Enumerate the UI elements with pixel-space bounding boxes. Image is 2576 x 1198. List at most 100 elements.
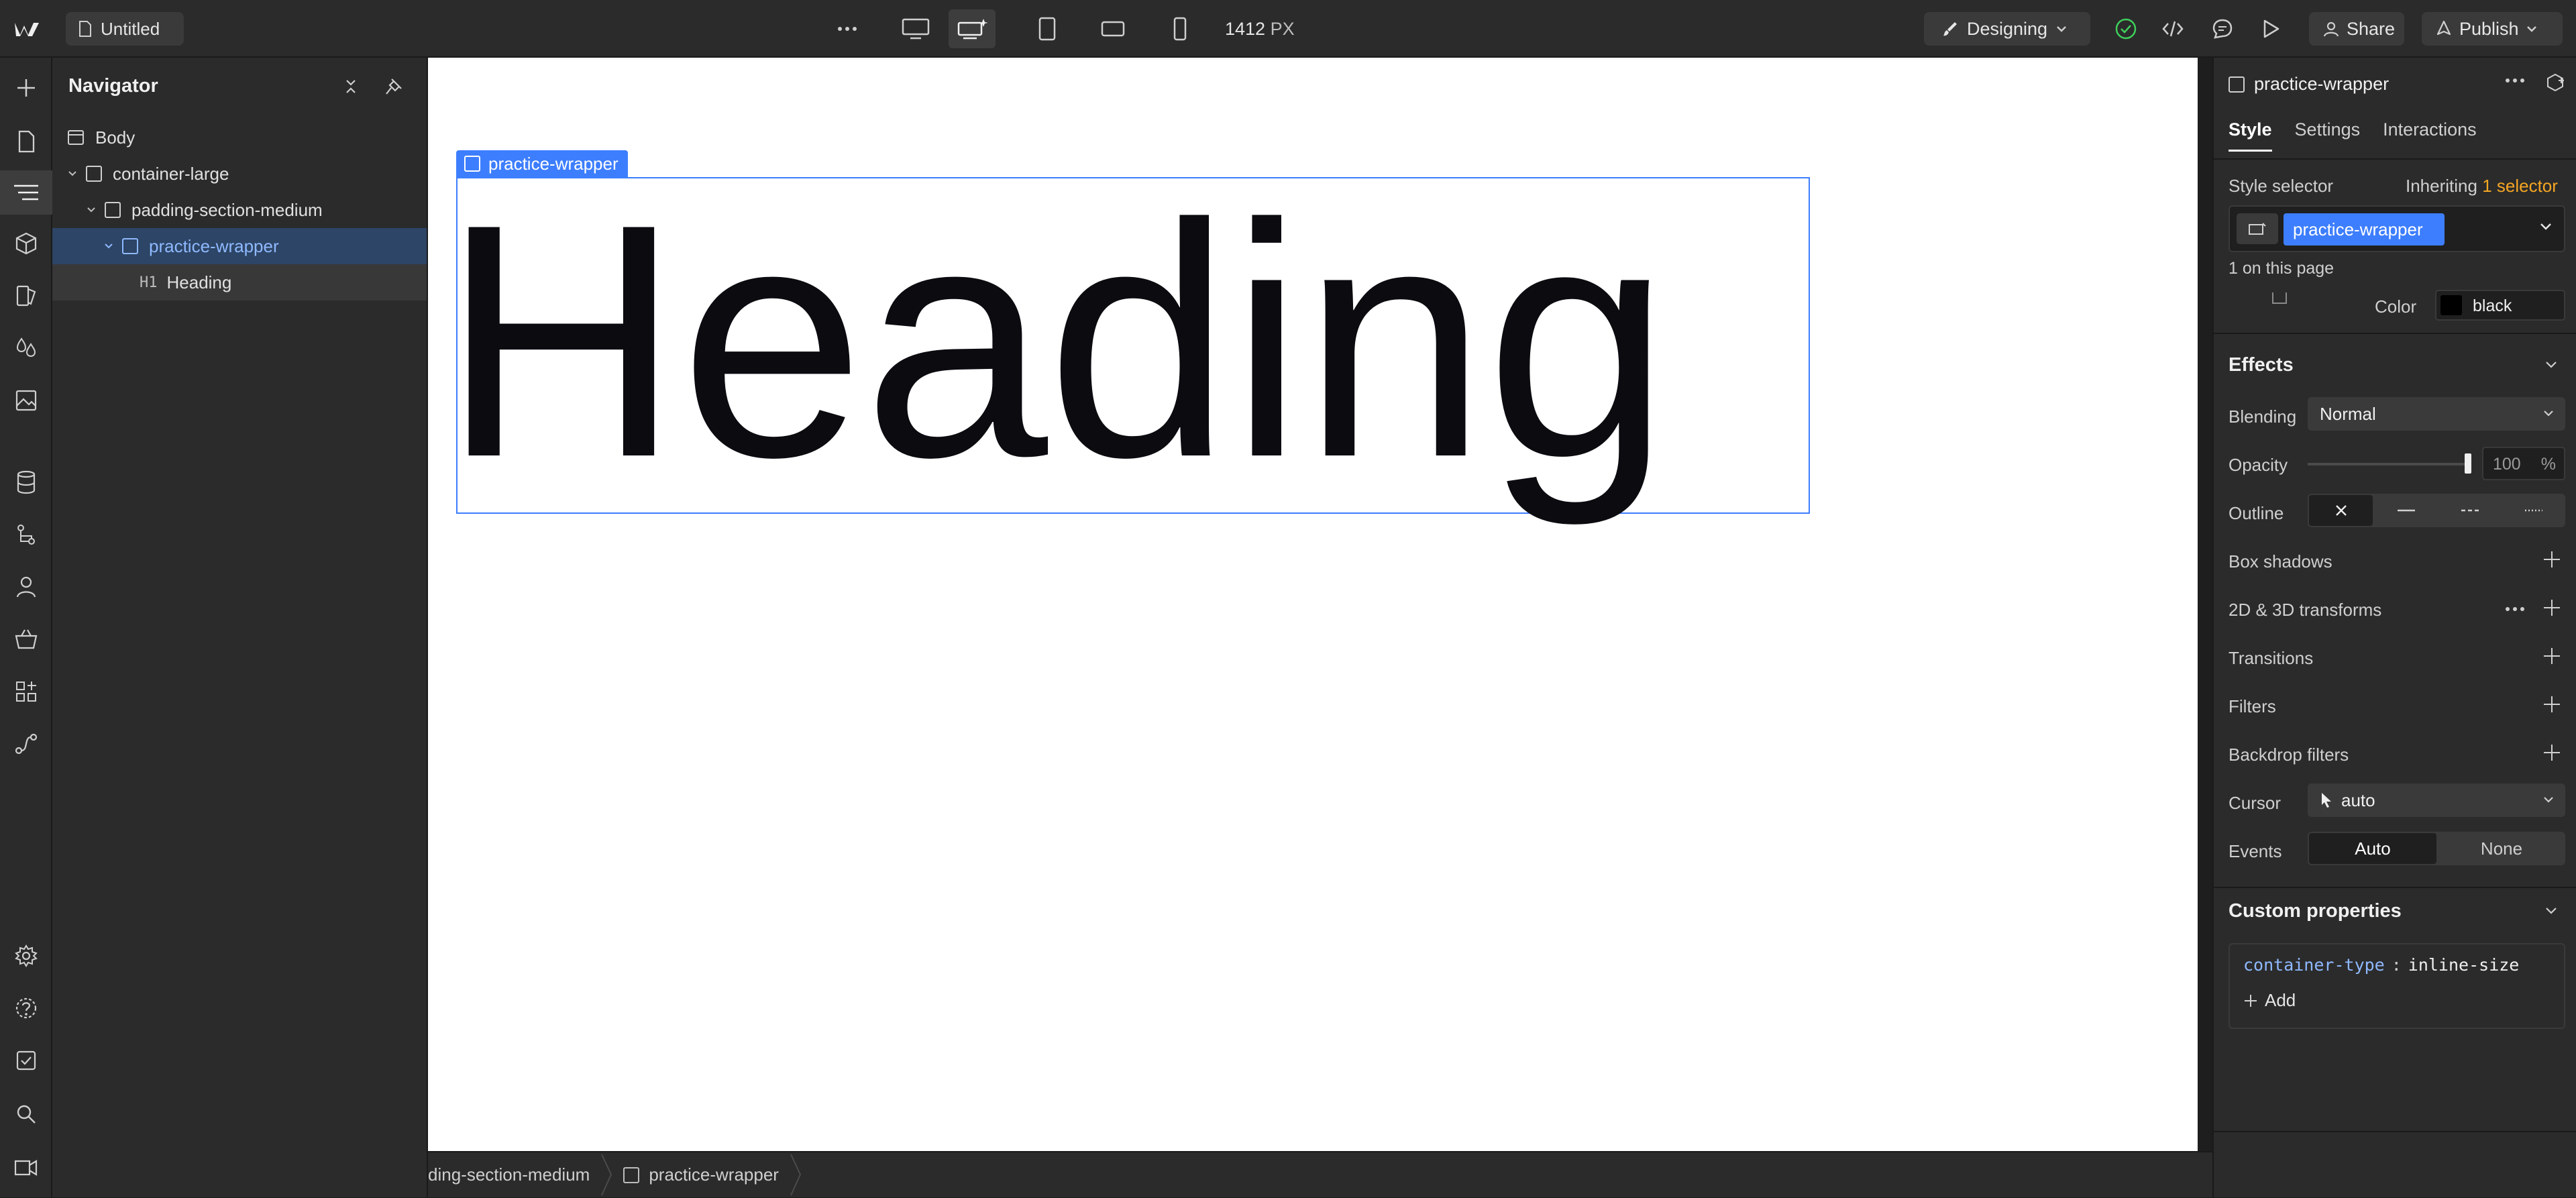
users-icon[interactable] [0,565,52,609]
color-value: black [2473,296,2512,315]
collapse-all-icon[interactable] [341,76,361,97]
desktop-breakpoint-icon[interactable] [892,9,939,48]
nav-item-heading[interactable]: H1 Heading [52,264,427,301]
effects-section-title[interactable]: Effects [2229,354,2294,376]
custom-property-row[interactable]: container-type : inline-size [2243,955,2519,975]
opacity-slider-track[interactable] [2308,463,2469,466]
style-manager-icon[interactable] [0,274,52,318]
brush-icon [1941,20,1959,38]
breadcrumb-separator-icon [601,1154,612,1196]
selected-element-header: practice-wrapper [2229,74,2389,95]
events-none-option[interactable]: None [2438,832,2565,865]
selector-chip[interactable]: practice-wrapper [2284,213,2445,246]
div-block-icon [105,202,121,218]
publish-button[interactable]: Publish [2422,12,2563,46]
outline-dotted-icon[interactable] [2502,494,2565,527]
opacity-slider-handle[interactable] [2465,453,2471,474]
selector-state-icon[interactable] [2237,213,2278,244]
apps-icon[interactable] [0,669,52,714]
design-canvas[interactable]: Heading practice-wrapper [428,58,2198,1151]
create-component-icon[interactable] [2545,72,2565,93]
audit-checklist-icon[interactable] [0,1038,52,1083]
tab-interactions[interactable]: Interactions [2383,119,2477,152]
tab-settings[interactable]: Settings [2295,119,2361,152]
on-page-count: 1 on this page [2229,259,2334,278]
nav-item-practice-wrapper[interactable]: practice-wrapper [52,228,427,264]
style-selector-field[interactable]: practice-wrapper [2229,205,2565,252]
components-icon[interactable] [0,221,52,266]
text-decoration-icon[interactable] [2269,291,2290,311]
opacity-input[interactable]: 100 % [2482,447,2565,480]
cms-database-icon[interactable] [0,460,52,504]
breadcrumb-item[interactable]: practice-wrapper [614,1152,788,1198]
tablet-breakpoint-icon[interactable] [1024,9,1071,48]
chevron-down-icon[interactable] [85,203,98,217]
cursor-label: Cursor [2229,793,2282,813]
ecommerce-basket-icon[interactable] [0,617,52,661]
breadcrumb-item[interactable]: ding-section-medium [428,1152,599,1198]
add-transform-icon[interactable] [2542,598,2561,617]
more-options-icon[interactable] [2505,78,2525,83]
add-custom-property-button[interactable]: Add [2243,990,2296,1011]
search-icon[interactable] [0,1092,52,1136]
add-filter-icon[interactable] [2542,695,2561,714]
div-block-icon [86,166,102,182]
canvas-heading[interactable]: Heading [441,174,1670,506]
blending-dropdown[interactable]: Normal [2308,397,2565,431]
backdrop-filters-label: Backdrop filters [2229,745,2349,765]
variables-icon[interactable] [0,326,52,370]
checkmark-status-icon[interactable] [2104,9,2148,48]
pin-icon[interactable] [384,76,404,97]
settings-gear-icon[interactable] [0,934,52,978]
navigator-icon[interactable] [0,170,52,215]
video-tutorials-icon[interactable] [0,1146,52,1190]
add-elements-icon[interactable] [0,66,52,110]
code-export-icon[interactable] [2151,9,2195,48]
share-label: Share [2347,18,2396,39]
canvas-width-readout[interactable]: 1412 PX [1225,19,1295,40]
chevron-down-icon [2526,25,2538,33]
chevron-down-icon[interactable] [2544,906,2559,916]
nav-item-padding-section-medium[interactable]: padding-section-medium [52,192,427,228]
color-field[interactable]: black [2435,290,2565,321]
base-breakpoint-icon[interactable] [949,9,996,48]
pages-icon[interactable] [0,119,52,164]
more-options-icon[interactable] [824,9,871,48]
page-selector-button[interactable]: Untitled [66,12,184,46]
add-backdrop-filter-icon[interactable] [2542,743,2561,762]
comments-icon[interactable] [2200,9,2245,48]
mode-selector-button[interactable]: Designing [1924,12,2090,46]
add-box-shadow-icon[interactable] [2542,550,2561,569]
tab-style[interactable]: Style [2229,119,2272,152]
nav-item-body[interactable]: Body [52,119,427,156]
chevron-down-icon[interactable] [2538,221,2553,232]
share-button[interactable]: Share [2309,12,2404,46]
nav-item-container-large[interactable]: container-large [52,156,427,192]
more-options-icon[interactable] [2505,606,2525,612]
filters-label: Filters [2229,696,2276,716]
webflow-logo-icon[interactable] [13,15,40,42]
outline-solid-icon[interactable] [2374,494,2438,527]
color-swatch[interactable] [2440,295,2462,315]
outline-dashed-icon[interactable] [2438,494,2502,527]
breadcrumb-separator-icon [790,1154,802,1196]
add-transition-icon[interactable] [2542,647,2561,665]
navigator-title: Navigator [68,75,158,97]
help-icon[interactable] [0,986,52,1030]
events-auto-option[interactable]: Auto [2308,832,2438,865]
mobile-landscape-icon[interactable] [1089,9,1136,48]
chevron-down-icon[interactable] [66,167,79,180]
inheriting-indicator[interactable]: Inheriting 1 selector [2406,176,2558,197]
mobile-portrait-icon[interactable] [1157,9,1203,48]
selected-element-label[interactable]: practice-wrapper [456,150,628,177]
outline-none-icon[interactable] [2308,494,2374,527]
interactions-path-icon[interactable] [0,722,52,766]
h1-tag-icon: H1 [140,274,158,291]
cursor-dropdown[interactable]: auto [2308,783,2565,817]
logic-flow-icon[interactable] [0,512,52,557]
custom-properties-title[interactable]: Custom properties [2229,900,2402,922]
chevron-down-icon[interactable] [2544,360,2559,370]
preview-play-icon[interactable] [2249,9,2293,48]
assets-icon[interactable] [0,378,52,423]
chevron-down-icon[interactable] [102,239,115,253]
